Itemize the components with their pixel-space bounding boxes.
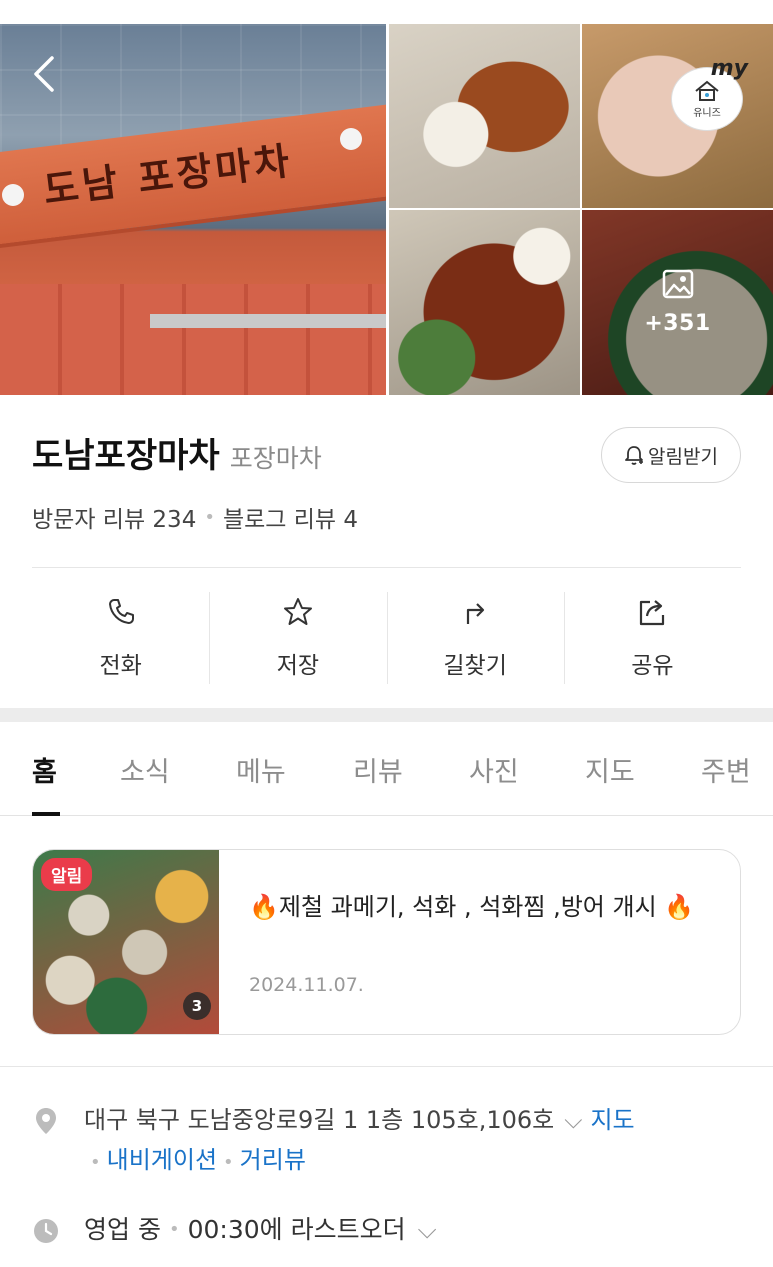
last-order-text: 00:30에 라스트오더 [187,1215,406,1244]
tab-reviews[interactable]: 리뷰 [353,750,403,789]
divider [32,567,741,568]
save-label: 저장 [276,653,320,679]
section-band [0,708,773,722]
lamp-light [340,128,362,150]
my-badge-label: my [710,56,748,81]
share-label: 공유 [631,653,674,679]
address-text[interactable]: 대구 북구 도남중앙로9길 1 1층 105호,106호 [84,1106,554,1134]
lamp-light [2,184,24,206]
tab-news[interactable]: 소식 [120,750,170,789]
food-photo-braised-fish[interactable] [389,210,580,395]
separator-dot: • [204,506,215,528]
hours-text-row[interactable]: 영업 중 • 00:30에 라스트오더 ⌵ [84,1212,437,1248]
directions-label: 길찾기 [443,653,507,679]
review-counts: 방문자 리뷰 234 • 블로그 리뷰 4 [32,500,358,534]
news-badge: 알림 [41,858,93,891]
chevron-down-icon[interactable]: ⌵ [418,1212,437,1248]
visitor-review-count[interactable]: 방문자 리뷰 234 [32,500,196,534]
awning [150,314,386,328]
save-button[interactable]: 저장 [209,592,386,684]
separator-dot: • [223,1152,234,1173]
news-text: 🔥제철 과메기, 석화 , 석화찜 ,방어 개시 🔥 [249,893,695,921]
tab-nearby[interactable]: 주변 [701,750,751,789]
bell-plus-icon [625,446,644,465]
tab-menu[interactable]: 메뉴 [236,750,286,789]
directions-button[interactable]: 길찾기 [386,592,564,684]
more-photos-overlay[interactable]: +351 [582,210,773,395]
share-button[interactable]: 공유 [563,592,741,684]
phone-icon [108,599,134,624]
tent-wall [0,284,386,395]
action-bar: 전화 저장 길찾기 공유 [32,592,741,684]
call-button[interactable]: 전화 [32,592,209,684]
more-photos-count: +351 [644,311,711,336]
navigation-link[interactable]: 내비게이션 [107,1146,217,1174]
blog-review-count[interactable]: 블로그 리뷰 4 [223,500,358,534]
streetview-link[interactable]: 거리뷰 [240,1146,306,1174]
location-pin-icon [36,1108,56,1134]
alert-subscribe-button[interactable]: 알림받기 [601,427,741,483]
place-title-row: 도남포장마차 포장마차 [32,428,322,477]
call-label: 전화 [99,653,142,679]
alert-button-label: 알림받기 [648,445,718,468]
address-text-row: 대구 북구 도남중앙로9길 1 1층 105호,106호 ⌵ 지도 [84,1102,635,1138]
business-status: 영업 중 [84,1215,161,1244]
tab-bar: 홈 소식 메뉴 리뷰 사진 지도 주변 [0,722,773,816]
place-category: 포장마차 [229,444,322,473]
photo-gallery[interactable]: 도남 포장마차 +351 my 유니즈 [0,24,773,395]
separator-dot: • [168,1219,180,1240]
image-icon [662,269,693,299]
active-tab-indicator [32,812,60,816]
address-row [32,1104,60,1136]
star-icon [283,598,312,625]
hours-row [32,1214,60,1246]
storefront-photo[interactable]: 도남 포장마차 [0,24,386,395]
chevron-down-icon[interactable]: ⌵ [564,1106,582,1134]
my-place-badge[interactable]: my 유니즈 [672,56,748,130]
house-icon [695,80,719,101]
share-icon [640,600,665,626]
my-badge-brand: 유니즈 [693,107,721,119]
address-links-row: • 내비게이션 • 거리뷰 [84,1142,306,1181]
separator-dot: • [90,1152,101,1173]
directions-icon [467,603,485,624]
food-photo-fish-rice[interactable] [389,24,580,208]
divider [0,1066,773,1067]
tab-home[interactable]: 홈 [32,750,57,789]
place-name: 도남포장마차 [32,436,220,476]
tab-map[interactable]: 지도 [585,750,635,789]
clock-icon [34,1219,58,1243]
news-image-count: 3 [183,992,211,1020]
back-arrow-icon[interactable] [32,54,56,94]
tab-photos[interactable]: 사진 [469,750,519,789]
map-link[interactable]: 지도 [590,1106,634,1134]
news-date: 2024.11.07. [249,974,364,996]
news-card[interactable]: 알림 3 🔥제철 과메기, 석화 , 석화찜 ,방어 개시 🔥 2024.11.… [32,849,741,1035]
